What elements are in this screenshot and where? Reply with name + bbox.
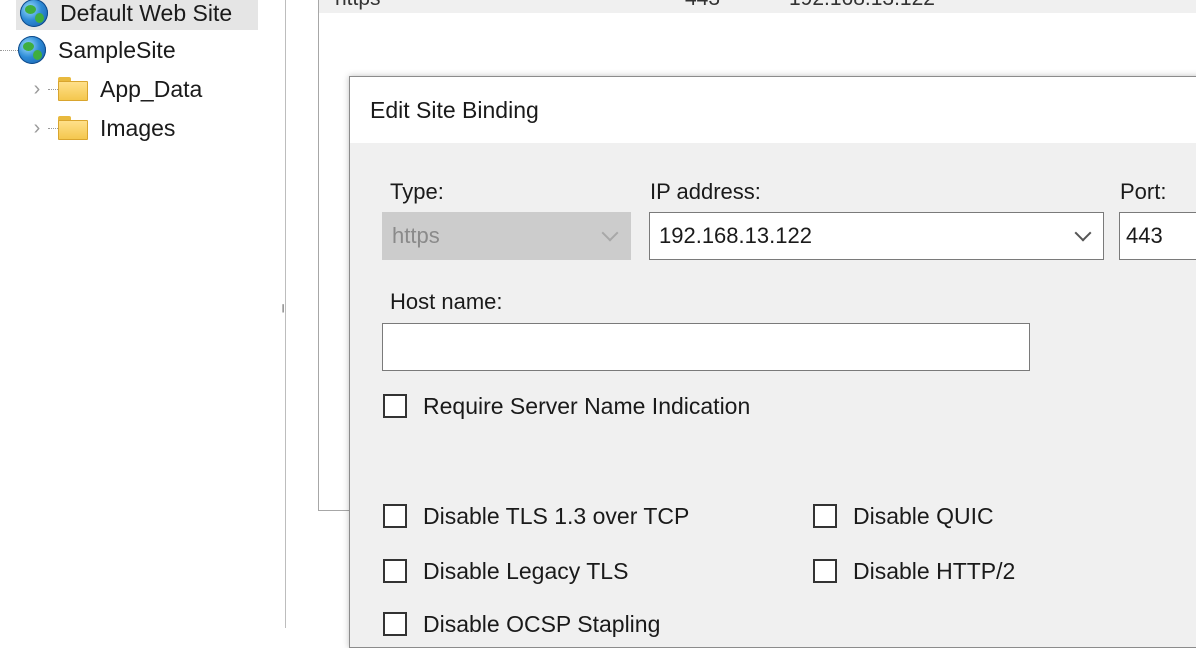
- site-tree: Default Web Site SampleSite › App_Data ›…: [0, 0, 285, 628]
- type-value: https: [392, 223, 440, 248]
- disable-tls13-checkbox[interactable]: Disable TLS 1.3 over TCP: [383, 499, 689, 533]
- checkbox-box[interactable]: [813, 504, 837, 528]
- chevron-down-icon[interactable]: [1074, 224, 1092, 242]
- type-label: Type:: [390, 179, 444, 204]
- checkbox-box[interactable]: [383, 394, 407, 418]
- globe-icon: [18, 36, 46, 64]
- ip-address-value: 192.168.13.122: [659, 223, 812, 248]
- disable-quic-checkbox[interactable]: Disable QUIC: [813, 499, 994, 533]
- pane-divider[interactable]: [285, 0, 286, 628]
- chevron-right-icon[interactable]: ›: [26, 78, 48, 101]
- binding-list-row[interactable]: https 443 192.168.13.122: [319, 0, 1196, 13]
- tree-connector: [0, 49, 18, 51]
- ip-address-label: IP address:: [650, 179, 761, 204]
- port-label: Port:: [1120, 179, 1167, 204]
- sni-checkbox[interactable]: Require Server Name Indication: [383, 389, 750, 423]
- type-select: https: [382, 212, 631, 260]
- tree-item-label: SampleSite: [58, 36, 176, 63]
- disable-quic-label: Disable QUIC: [853, 502, 994, 529]
- checkbox-box[interactable]: [383, 504, 407, 528]
- tree-item-label: App_Data: [100, 75, 203, 102]
- dialog-titlebar[interactable]: Edit Site Binding: [350, 77, 1196, 143]
- ip-address-select[interactable]: 192.168.13.122: [649, 212, 1104, 260]
- disable-ocsp-checkbox[interactable]: Disable OCSP Stapling: [383, 607, 660, 641]
- chevron-down-icon: [601, 224, 619, 242]
- checkbox-box[interactable]: [813, 559, 837, 583]
- disable-http2-label: Disable HTTP/2: [853, 557, 1016, 584]
- disable-http2-checkbox[interactable]: Disable HTTP/2: [813, 554, 1015, 588]
- host-name-field[interactable]: [382, 323, 1030, 371]
- binding-type-cell: https: [335, 0, 381, 11]
- chevron-right-icon[interactable]: ›: [26, 117, 48, 140]
- tree-connector: [48, 88, 58, 90]
- tree-item-images[interactable]: › Images: [26, 111, 176, 145]
- folder-icon: [58, 116, 88, 140]
- tree-item-samplesite[interactable]: SampleSite: [0, 33, 176, 67]
- tree-item-app-data[interactable]: › App_Data: [26, 72, 203, 106]
- globe-icon: [20, 0, 48, 27]
- tree-item-label: Default Web Site: [60, 0, 233, 26]
- folder-icon: [58, 77, 88, 101]
- disable-ocsp-label: Disable OCSP Stapling: [423, 610, 661, 637]
- splitter-mark: ╷: [279, 296, 288, 312]
- tree-item-default-web-site[interactable]: Default Web Site: [16, 0, 258, 30]
- tree-connector: [48, 127, 58, 129]
- host-name-label: Host name:: [390, 289, 503, 314]
- tree-item-label: Images: [100, 114, 176, 141]
- disable-legacy-tls-label: Disable Legacy TLS: [423, 557, 629, 584]
- port-value: 443: [1126, 223, 1163, 248]
- checkbox-box[interactable]: [383, 559, 407, 583]
- binding-port-cell: 443: [685, 0, 720, 11]
- disable-tls13-label: Disable TLS 1.3 over TCP: [423, 502, 690, 529]
- dialog-title: Edit Site Binding: [370, 97, 539, 123]
- disable-legacy-tls-checkbox[interactable]: Disable Legacy TLS: [383, 554, 628, 588]
- checkbox-box[interactable]: [383, 612, 407, 636]
- port-field[interactable]: 443: [1119, 212, 1196, 260]
- edit-site-binding-dialog: Edit Site Binding Type: https IP address…: [349, 76, 1196, 648]
- sni-checkbox-label: Require Server Name Indication: [423, 392, 751, 419]
- binding-ip-cell: 192.168.13.122: [789, 0, 935, 11]
